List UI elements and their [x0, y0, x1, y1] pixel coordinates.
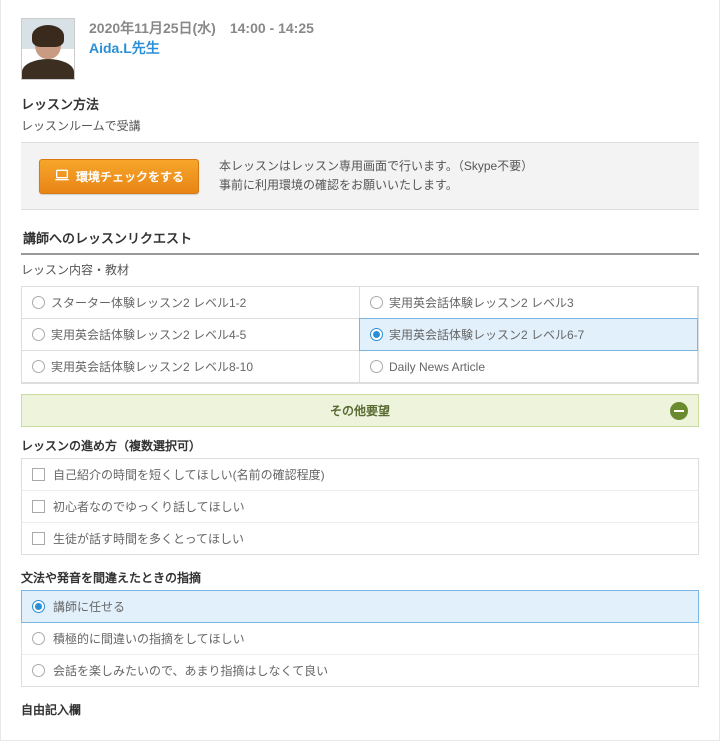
progress-option[interactable]: 自己紹介の時間を短くしてほしい(名前の確認程度) — [22, 459, 698, 490]
laptop-icon — [54, 167, 70, 186]
env-check-button-label: 環境チェックをする — [76, 168, 184, 185]
radio-icon — [32, 664, 45, 677]
lesson-header: 2020年11月25日(水) 14:00 - 14:25 Aida.L先生 — [21, 18, 699, 80]
teacher-avatar — [21, 18, 75, 80]
correction-list: 講師に任せる 積極的に間違いの指摘をしてほしい 会話を楽しみたいので、あまり指摘… — [21, 590, 699, 687]
radio-icon — [370, 296, 383, 309]
checkbox-icon — [32, 500, 45, 513]
content-label: レッスン内容・教材 — [21, 261, 699, 278]
progress-option[interactable]: 生徒が話す時間を多くとってほしい — [22, 522, 698, 554]
checkbox-icon — [32, 532, 45, 545]
lesson-option[interactable]: 実用英会話体験レッスン2 レベル6-7 — [359, 318, 698, 351]
radio-icon — [32, 632, 45, 645]
radio-icon — [32, 360, 45, 373]
other-request-bar[interactable]: その他要望 — [21, 394, 699, 427]
correction-label: 文法や発音を間違えたときの指摘 — [21, 569, 699, 586]
notice-text: 本レッスンはレッスン専用画面で行います。（Skype不要） 事前に利用環境の確認… — [219, 157, 533, 195]
radio-icon — [370, 328, 383, 341]
lesson-option[interactable]: スターター体験レッスン2 レベル1-2 — [21, 286, 360, 319]
lesson-content-options: スターター体験レッスン2 レベル1-2 実用英会話体験レッスン2 レベル3 実用… — [21, 286, 699, 384]
radio-icon — [370, 360, 383, 373]
env-check-button[interactable]: 環境チェックをする — [39, 159, 199, 194]
lesson-option[interactable]: 実用英会話体験レッスン2 レベル8-10 — [21, 350, 360, 383]
lesson-option[interactable]: Daily News Article — [359, 350, 698, 383]
correction-option[interactable]: 会話を楽しみたいので、あまり指摘はしなくて良い — [22, 654, 698, 686]
radio-icon — [32, 600, 45, 613]
request-heading: 講師へのレッスンリクエスト — [21, 222, 699, 255]
lesson-option[interactable]: 実用英会話体験レッスン2 レベル3 — [359, 286, 698, 319]
collapse-icon — [670, 402, 688, 420]
lesson-request-panel: 2020年11月25日(水) 14:00 - 14:25 Aida.L先生 レッ… — [0, 0, 720, 741]
radio-icon — [32, 296, 45, 309]
correction-option[interactable]: 積極的に間違いの指摘をしてほしい — [22, 622, 698, 654]
lesson-option[interactable]: 実用英会話体験レッスン2 レベル4-5 — [21, 318, 360, 351]
progress-list: 自己紹介の時間を短くしてほしい(名前の確認程度) 初心者なのでゆっくり話してほし… — [21, 458, 699, 555]
method-title: レッスン方法 — [21, 94, 699, 113]
progress-option[interactable]: 初心者なのでゆっくり話してほしい — [22, 490, 698, 522]
checkbox-icon — [32, 468, 45, 481]
lesson-datetime: 2020年11月25日(水) 14:00 - 14:25 — [89, 18, 314, 38]
radio-icon — [32, 328, 45, 341]
method-value: レッスンルームで受講 — [21, 117, 699, 134]
correction-option[interactable]: 講師に任せる — [21, 590, 699, 623]
freeform-label: 自由記入欄 — [21, 701, 699, 718]
environment-notice: 環境チェックをする 本レッスンはレッスン専用画面で行います。（Skype不要） … — [21, 142, 699, 210]
progress-label: レッスンの進め方（複数選択可） — [21, 437, 699, 454]
teacher-name-link[interactable]: Aida.L先生 — [89, 40, 160, 56]
